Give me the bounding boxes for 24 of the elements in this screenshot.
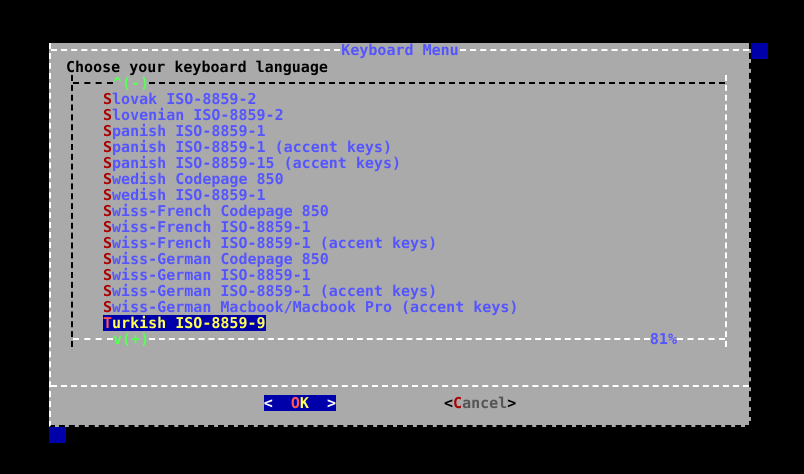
list-item[interactable]: Slovak ISO-8859-2 — [103, 91, 257, 107]
cursor-block — [751, 43, 768, 59]
list-item[interactable]: Spanish ISO-8859-15 (accent keys) — [103, 155, 402, 171]
ok-button[interactable]: < OK > — [264, 395, 336, 411]
prompt-text: Choose your keyboard language — [66, 59, 329, 75]
list-item[interactable]: Swiss-German ISO-8859-1 (accent keys) — [103, 283, 438, 299]
scroll-up-indicator[interactable]: ^(-) — [113, 75, 150, 91]
list-item[interactable]: Swiss-German Macbook/Macbook Pro (accent keys) — [103, 299, 518, 315]
list-item[interactable]: Swiss-French Codepage 850 — [103, 203, 329, 219]
scroll-percent: 81% — [650, 331, 677, 347]
list-item[interactable]: Swiss-German ISO-8859-1 — [103, 267, 311, 283]
scroll-down-indicator[interactable]: v(+) — [113, 331, 150, 347]
list-item[interactable]: Turkish ISO-8859-9 — [103, 315, 266, 331]
list-item[interactable]: Slovenian ISO-8859-2 — [103, 107, 284, 123]
list-item[interactable]: Swedish Codepage 850 — [103, 171, 284, 187]
list-item[interactable]: Swiss-French ISO-8859-1 — [103, 219, 311, 235]
list-item[interactable]: Swedish ISO-8859-1 — [103, 187, 266, 203]
cursor-block — [49, 427, 66, 443]
cancel-button[interactable]: <Cancel> — [444, 395, 516, 411]
list-item[interactable]: Spanish ISO-8859-1 — [103, 123, 266, 139]
list-item[interactable]: Swiss-German Codepage 850 — [103, 251, 329, 267]
list-item[interactable]: Spanish ISO-8859-1 (accent keys) — [103, 139, 392, 155]
list-item[interactable]: Swiss-French ISO-8859-1 (accent keys) — [103, 235, 438, 251]
window-title: Keyboard Menu — [340, 42, 460, 58]
